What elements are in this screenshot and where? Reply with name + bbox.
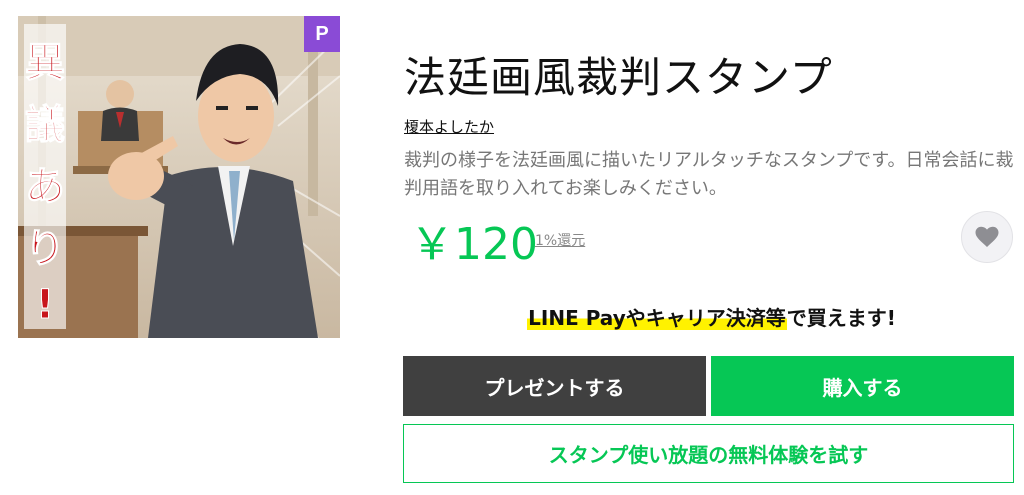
thumbnail-caption-char-1: 異 — [25, 40, 65, 86]
thumbnail-caption-char-5: ! — [36, 282, 54, 328]
heart-icon — [975, 226, 999, 247]
price: ￥120 — [410, 219, 538, 270]
product-description: 裁判の様子を法廷画風に描いたリアルタッチなスタンプです。日常会話に裁判用語を取り… — [404, 150, 1014, 199]
thumbnail-caption-char-4: り — [25, 226, 65, 272]
product-title: 法廷画風裁判スタンプ — [404, 53, 833, 102]
favorite-button[interactable] — [961, 211, 1013, 263]
sticker-thumbnail: 異 議 あ り ! P — [18, 16, 340, 338]
author-link[interactable]: 榎本よしたか — [404, 116, 494, 137]
thumbnail-caption-char-3: あ — [25, 164, 65, 210]
gift-button[interactable]: プレゼントする — [403, 356, 706, 416]
buy-button[interactable]: 購入する — [711, 356, 1014, 416]
thumbnail-caption-char-2: 議 — [25, 102, 65, 148]
free-trial-button[interactable]: スタンプ使い放題の無料体験を試す — [403, 424, 1014, 483]
points-rebate-link[interactable]: 1%還元 — [535, 230, 585, 250]
payment-promo: LINE Payやキャリア決済等で買えます! — [404, 302, 1019, 331]
premium-badge: P — [304, 16, 340, 52]
thumbnail-illustration: 異 議 あ り ! — [18, 16, 340, 338]
payment-promo-highlight: LINE Payやキャリア決済等 — [527, 306, 787, 330]
payment-promo-rest: で買えます! — [786, 306, 896, 330]
